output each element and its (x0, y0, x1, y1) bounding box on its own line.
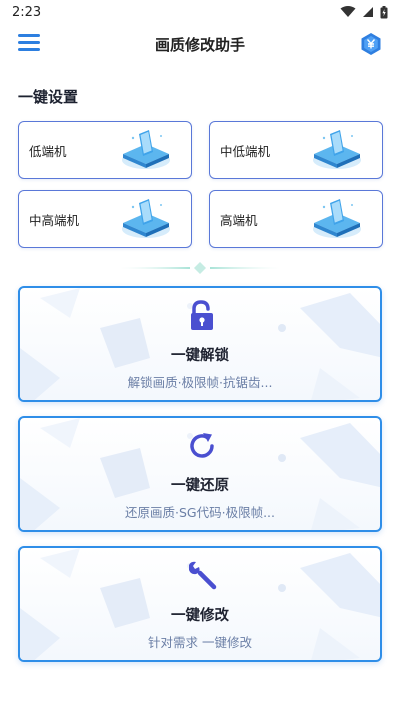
battery-icon (380, 5, 388, 18)
unlock-icon (191, 300, 213, 330)
status-bar: 2:23 (0, 0, 400, 24)
preset-label: 高端机 (220, 212, 258, 228)
app-bar: 画质修改助手 (0, 24, 400, 64)
card-subtitle: 解锁画质·极限帧·抗锯齿... (127, 375, 273, 390)
card-title: 一键解锁 (171, 348, 229, 364)
preset-mid-low-end[interactable]: 中低端机 (209, 121, 383, 179)
preset-low-end[interactable]: 低端机 (18, 121, 192, 179)
status-time: 2:23 (12, 4, 42, 20)
modify-card[interactable]: 一键修改 针对需求 一键修改 (18, 546, 382, 662)
phone-platform-icon (122, 199, 170, 238)
phone-platform-icon (313, 199, 361, 238)
phone-platform-icon (313, 130, 361, 169)
menu-icon-line (18, 41, 40, 44)
section-divider (120, 262, 280, 274)
status-icons (340, 5, 388, 19)
refresh-icon (190, 433, 214, 458)
wrench-icon (189, 561, 217, 590)
card-title: 一键还原 (171, 478, 229, 494)
preset-label: 中低端机 (220, 143, 271, 159)
preset-label: 中高端机 (29, 212, 80, 228)
menu-icon-line (18, 48, 40, 51)
signal-icon (363, 7, 373, 17)
wifi-icon (340, 6, 356, 17)
card-subtitle: 还原画质·SG代码·极限帧... (125, 505, 275, 520)
card-title: 一键修改 (171, 608, 229, 624)
unlock-card[interactable]: 一键解锁 解锁画质·极限帧·抗锯齿... (18, 286, 382, 402)
menu-icon (18, 34, 40, 37)
preset-label: 低端机 (29, 143, 67, 159)
phone-platform-icon (122, 130, 170, 169)
preset-mid-high-end[interactable]: 中高端机 (18, 190, 192, 248)
restore-card[interactable]: 一键还原 还原画质·SG代码·极限帧... (18, 416, 382, 532)
menu-button[interactable] (18, 34, 40, 54)
preset-high-end[interactable]: 高端机 (209, 190, 383, 248)
coin-icon[interactable] (360, 32, 382, 56)
page-title: 画质修改助手 (154, 35, 245, 54)
section-title: 一键设置 (18, 88, 79, 106)
card-subtitle: 针对需求 一键修改 (148, 635, 252, 650)
